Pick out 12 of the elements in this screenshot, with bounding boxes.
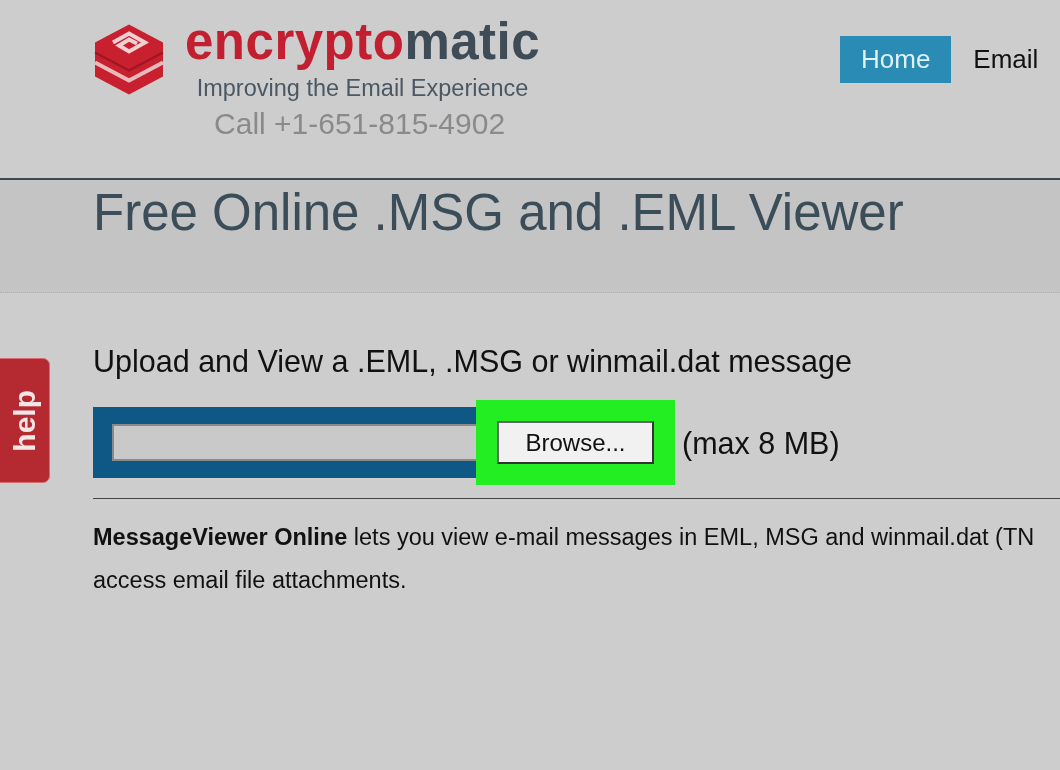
browse-button[interactable]: Browse... xyxy=(497,421,654,464)
cube-logo-icon xyxy=(93,22,165,97)
size-limit-note: (max 8 MB) xyxy=(682,424,840,461)
nav-link[interactable]: Email xyxy=(973,36,1039,83)
phone-number: Call +1-651-815-4902 xyxy=(214,108,506,140)
logo-wordmark: encryptomatic xyxy=(185,13,541,71)
file-path-field[interactable] xyxy=(112,424,478,461)
page-title: Free Online .MSG and .EML Viewer xyxy=(93,183,904,243)
description-paragraph: MessageViewer Online lets you view e-mail messages in EML, MSG and winmail.dat (TN access email file attachments. xyxy=(93,523,1036,595)
help-tab[interactable]: help xyxy=(0,358,50,483)
upload-heading: Upload and View a .EML, .MSG or winmail.dat message xyxy=(93,344,853,379)
logo-tagline: Improving the Email Experience xyxy=(196,75,529,101)
